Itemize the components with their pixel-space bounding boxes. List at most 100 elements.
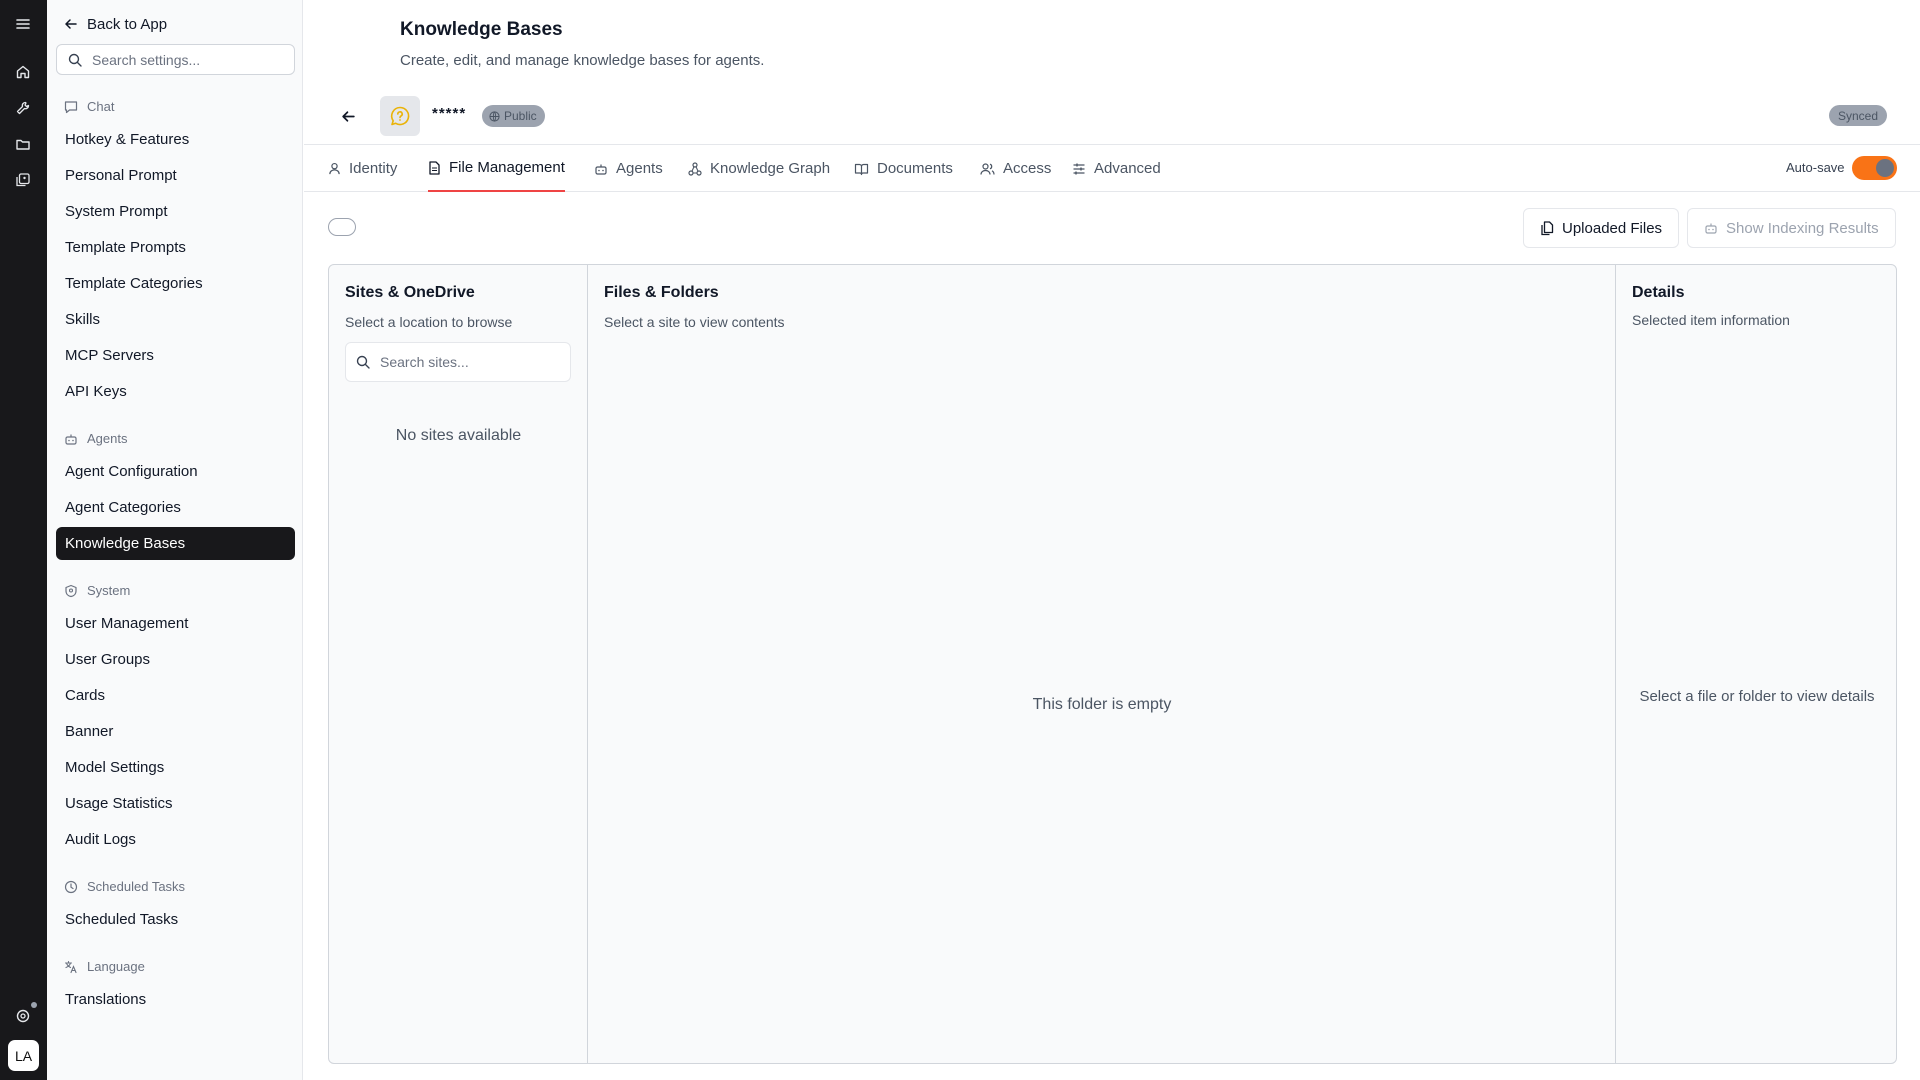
tab-label: Identity (349, 160, 398, 177)
page-subtitle: Create, edit, and manage knowledge bases… (400, 52, 765, 69)
sites-panel: Sites & OneDrive Select a location to br… (329, 265, 588, 1063)
page-title: Knowledge Bases (400, 19, 563, 40)
tab-knowledge-graph[interactable]: Knowledge Graph (688, 145, 830, 192)
visibility-label: Public (504, 109, 537, 123)
group-label-scheduled-tasks: Scheduled Tasks (87, 879, 186, 894)
sidebar-item-system-prompt[interactable]: System Prompt (56, 195, 295, 228)
sidebar-item-agent-configuration[interactable]: Agent Configuration (56, 455, 295, 488)
bot-icon (65, 434, 77, 445)
notification-dot (31, 1002, 37, 1008)
kb-avatar (380, 96, 420, 136)
sidebar-item-scheduled-tasks[interactable]: Scheduled Tasks (56, 903, 295, 936)
show-indexing-results-label: Show Indexing Results (1726, 219, 1879, 237)
group-scheduled-tasks: Scheduled Tasks (64, 879, 185, 894)
tab-bar: Identity File Management Agents Knowledg… (304, 144, 1920, 192)
chat-icon (64, 100, 78, 113)
files-panel-title: Files & Folders (604, 284, 719, 301)
file-icon (429, 160, 440, 175)
uploaded-files-label: Uploaded Files (1562, 219, 1663, 237)
sites-search[interactable] (345, 342, 571, 382)
tab-label: File Management (449, 159, 565, 176)
toggle-knob (1876, 159, 1894, 177)
group-system: System (64, 583, 130, 598)
group-label-chat: Chat (87, 99, 115, 114)
tab-identity[interactable]: Identity (328, 145, 397, 192)
sidebar-item-api-keys[interactable]: API Keys (56, 375, 295, 408)
tab-label: Access (1003, 160, 1052, 177)
search-icon (356, 355, 370, 369)
sidebar-item-knowledge-bases[interactable]: Knowledge Bases (56, 527, 295, 560)
autosave-label: Auto-save (1786, 160, 1845, 175)
help-bubble-icon (390, 106, 410, 126)
sidebar-item-template-prompts[interactable]: Template Prompts (56, 231, 295, 264)
files-panel: Files & Folders Select a site to view co… (588, 265, 1616, 1063)
clock-icon (64, 880, 78, 893)
group-label-agents: Agents (87, 431, 128, 446)
files-empty-state: This folder is empty (1032, 696, 1172, 713)
sidebar-item-mcp-servers[interactable]: MCP Servers (56, 339, 295, 372)
tab-file-management[interactable]: File Management (428, 145, 565, 192)
status-badge: Synced (1829, 105, 1888, 126)
back-button[interactable] (336, 105, 360, 127)
autosave-toggle[interactable] (1852, 156, 1897, 180)
globe-icon (489, 110, 500, 122)
sidebar-item-usage-statistics[interactable]: Usage Statistics (56, 787, 295, 820)
sidebar-item-translations[interactable]: Translations (56, 983, 295, 1016)
tab-documents[interactable]: Documents (854, 145, 953, 192)
tab-label: Agents (616, 160, 663, 177)
sliders-icon (1073, 163, 1085, 174)
group-chat: Chat (64, 99, 114, 114)
sidebar-item-audit-logs[interactable]: Audit Logs (56, 823, 295, 856)
sidebar-item-user-management[interactable]: User Management (56, 607, 295, 640)
tab-advanced[interactable]: Advanced (1072, 145, 1161, 192)
sites-empty-state: No sites available (395, 427, 522, 444)
bot-icon (1705, 223, 1717, 234)
arrow-left-icon (65, 19, 77, 29)
details-panel-title: Details (1632, 284, 1685, 301)
sites-panel-subtitle: Select a location to browse (345, 314, 513, 330)
sidebar-item-agent-categories[interactable]: Agent Categories (56, 491, 295, 524)
sidebar-item-cards[interactable]: Cards (56, 679, 295, 712)
group-label-language: Language (87, 959, 145, 974)
gallery-icon[interactable] (13, 170, 33, 190)
sidebar-item-skills[interactable]: Skills (56, 303, 295, 336)
tab-label: Documents (877, 160, 953, 177)
sidebar-item-user-groups[interactable]: User Groups (56, 643, 295, 676)
file-browser: Sites & OneDrive Select a location to br… (328, 264, 1897, 1064)
bot-icon (595, 164, 607, 175)
settings-sidebar: Back to App Chat Hotkey & Features Perso… (47, 0, 303, 1080)
sites-search-input[interactable] (380, 354, 560, 370)
details-panel-subtitle: Selected item information (1632, 312, 1790, 328)
group-label-system: System (87, 583, 131, 598)
sidebar-item-personal-prompt[interactable]: Personal Prompt (56, 159, 295, 192)
sidebar-item-model-settings[interactable]: Model Settings (56, 751, 295, 784)
files-icon (1541, 220, 1554, 235)
folder-icon[interactable] (13, 134, 33, 154)
sidebar-item-hotkey-features[interactable]: Hotkey & Features (56, 123, 295, 156)
support-icon[interactable] (13, 1006, 33, 1026)
settings-search-input[interactable] (92, 51, 282, 68)
users-icon (980, 162, 995, 175)
group-language: Language (64, 959, 145, 974)
show-indexing-results-button[interactable]: Show Indexing Results (1687, 208, 1896, 248)
tab-label: Advanced (1094, 160, 1161, 177)
uploaded-files-button[interactable]: Uploaded Files (1523, 208, 1680, 248)
wrench-icon[interactable] (13, 98, 33, 118)
group-agents: Agents (64, 431, 127, 446)
tab-access[interactable]: Access (980, 145, 1051, 192)
shield-icon (65, 584, 77, 597)
back-to-app-button[interactable]: Back to App (64, 13, 167, 35)
home-icon[interactable] (13, 62, 33, 82)
sidebar-item-template-categories[interactable]: Template Categories (56, 267, 295, 300)
settings-search[interactable] (56, 44, 295, 75)
menu-icon[interactable] (13, 14, 33, 34)
app-rail: LA (0, 0, 47, 1080)
sidebar-item-banner[interactable]: Banner (56, 715, 295, 748)
arrow-left-icon (341, 110, 355, 122)
sites-panel-title: Sites & OneDrive (345, 284, 475, 301)
avatar[interactable]: LA (8, 1040, 39, 1071)
view-toggle[interactable] (328, 218, 356, 236)
book-icon (854, 163, 869, 175)
tab-agents[interactable]: Agents (594, 145, 663, 192)
visibility-badge: Public (482, 105, 545, 127)
